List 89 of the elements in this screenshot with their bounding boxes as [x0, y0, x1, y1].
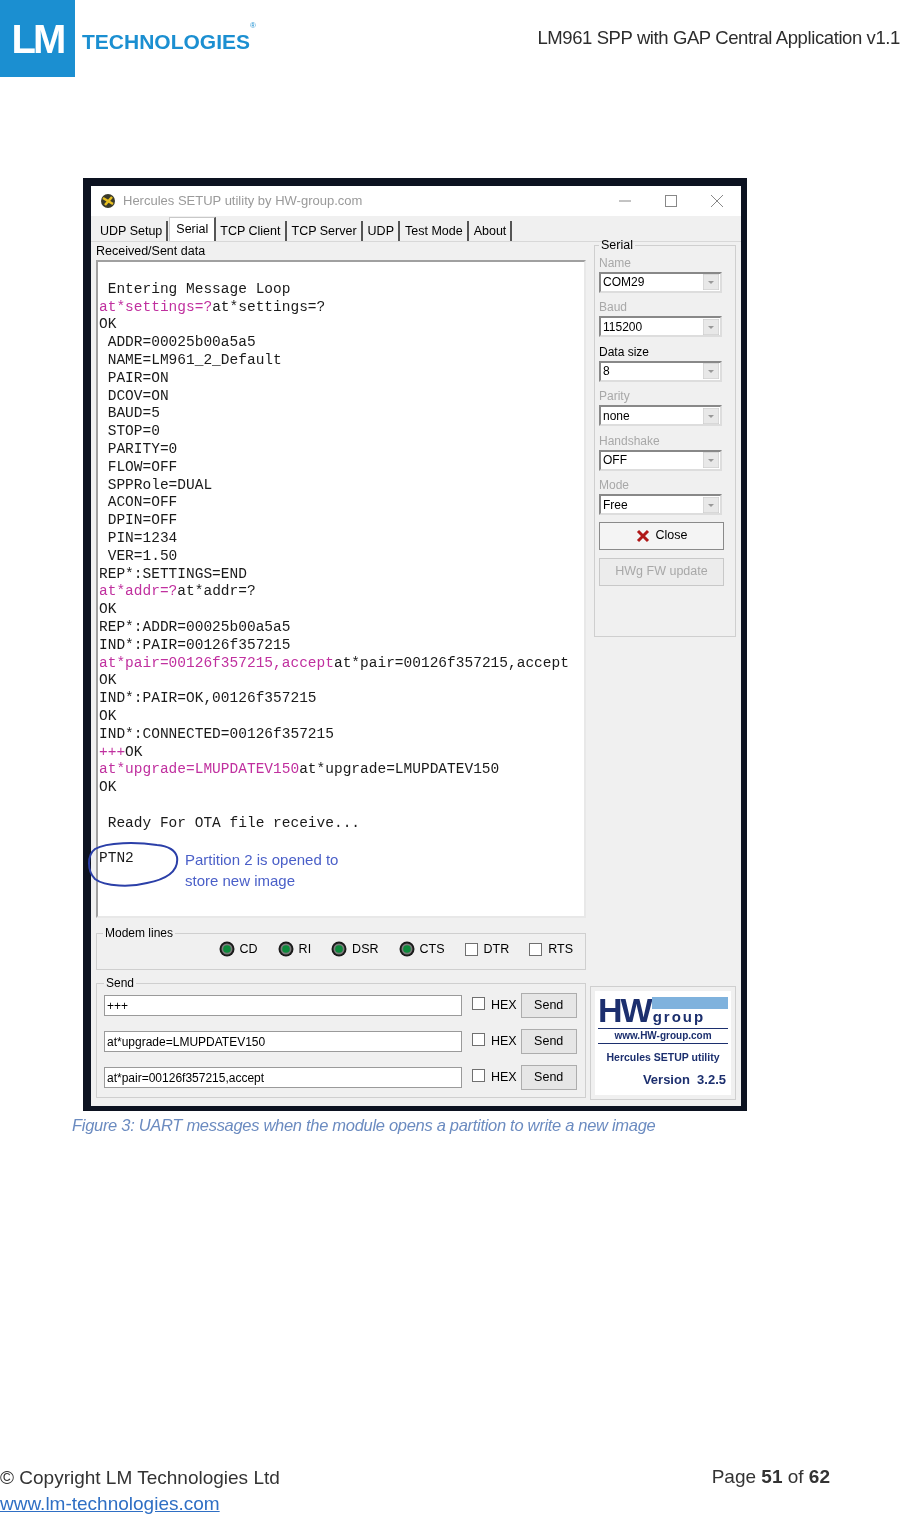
checkbox-label: DTR [483, 941, 510, 958]
terminal-line: at*settings=?at*settings=? [99, 298, 326, 317]
checkbox[interactable] [472, 1068, 485, 1082]
terminal-line: OK [99, 779, 117, 797]
terminal-line: OK [99, 316, 117, 335]
copyright-text: © Copyright LM Technologies Ltd [0, 1466, 280, 1490]
send-button[interactable]: Send [520, 1065, 577, 1090]
field-label: Parity [599, 388, 631, 406]
dropdown-arrow-icon [703, 274, 719, 291]
dropdown-arrow-icon [703, 363, 719, 380]
checkbox-label: RTS [548, 941, 573, 958]
terminal-line: BAUD=5 [106, 405, 160, 424]
led-label: CTS [419, 941, 445, 958]
field-label: Name [599, 254, 632, 272]
section-label: Received/Sent data [96, 243, 207, 260]
website-link[interactable]: www.HW-group.com [598, 1028, 728, 1044]
terminal-line: DCOV=ON [106, 387, 169, 406]
tab[interactable]: Serial [169, 217, 217, 241]
group-title: Send [105, 975, 136, 992]
checkbox[interactable] [464, 942, 478, 956]
terminal-line: PAIR=ON [106, 369, 169, 388]
close-icon[interactable] [711, 195, 723, 207]
led-label: DSR [352, 941, 379, 958]
checkbox[interactable] [472, 1032, 485, 1046]
terminal-line: at*addr=?at*addr=? [99, 583, 256, 602]
window-title: Hercules SETUP utility by HW-group.com [123, 192, 363, 211]
led-label: CD [239, 941, 258, 958]
hercules-icon [99, 192, 117, 210]
send-button[interactable]: Send [520, 993, 577, 1018]
field-label: Handshake [599, 432, 661, 450]
terminal-line: PARITY=0 [106, 440, 178, 459]
hw-logo-group: group [652, 1009, 728, 1025]
terminal-line: Entering Message Loop [106, 280, 291, 299]
registered-mark: ® [250, 20, 256, 32]
terminal-line: FLOW=OFF [106, 458, 178, 477]
terminal-line: IND*:CONNECTED=00126f357215 [99, 725, 334, 744]
field-label: Mode [599, 477, 631, 495]
terminal-line: IND*:PAIR=00126f357215 [99, 636, 291, 655]
checkbox[interactable] [472, 996, 485, 1010]
terminal-line: SPPRole=DUAL [106, 476, 213, 495]
dropdown-field[interactable]: 8 [599, 360, 722, 382]
terminal-line: PTN2 [99, 850, 134, 869]
send-field[interactable]: +++ [104, 995, 462, 1016]
field-label: Data size [599, 343, 651, 361]
group-title: Modem lines [104, 925, 175, 942]
field-label: Baud [599, 299, 629, 317]
group-title: Serial [600, 237, 634, 254]
terminal-line: VER=1.50 [106, 547, 178, 566]
terminal-line: PIN=1234 [106, 529, 178, 548]
terminal-line: NAME=LM961_2_Default [106, 352, 282, 370]
close-icon [635, 528, 650, 543]
close-button[interactable]: Close [599, 521, 724, 550]
maximize-icon[interactable] [665, 195, 677, 207]
terminal-line: REP*:ADDR=00025b00a5a5 [99, 618, 291, 637]
dropdown-arrow-icon [703, 318, 719, 335]
terminal-line: at*pair=00126f357215,acceptat*pair=00126f357215,accept [99, 654, 569, 673]
checkbox-label: HEX [491, 1033, 517, 1051]
figure-caption: Figure 3: UART messages when the module opens a partition to write a new image [72, 1115, 657, 1136]
hw-logo-mark: HW [598, 995, 651, 1025]
page-number: Page 51 of 62 [711, 1464, 830, 1489]
terminal-line: at*upgrade=LMUPDATEV150at*upgrade=LMUPDATEV150 [99, 761, 500, 780]
terminal-line: +++OK [99, 743, 143, 762]
dropdown-arrow-icon [703, 407, 719, 424]
terminal-line: OK [99, 601, 117, 619]
send-button[interactable]: Send [520, 1029, 577, 1054]
terminal-line: ACON=OFF [106, 494, 178, 513]
terminal-line: OK [99, 707, 117, 726]
checkbox-label: HEX [491, 1069, 517, 1087]
terminal-line: DPIN=OFF [106, 512, 178, 530]
checkbox[interactable] [529, 942, 543, 956]
led-label: RI [298, 941, 312, 958]
dropdown-arrow-icon [703, 452, 719, 469]
terminal-line: IND*:PAIR=OK,00126f357215 [99, 690, 317, 708]
terminal-line: OK [99, 672, 117, 691]
logo-text: TECHNOLOGIES [82, 29, 250, 55]
document-title: LM961 SPP with GAP Central Application v1.1 [537, 26, 900, 50]
annotation-text: Partition 2 is opened to store new image [185, 850, 340, 891]
checkbox-label: HEX [491, 997, 517, 1015]
website-link[interactable]: www.lm-technologies.com [0, 1491, 280, 1517]
terminal-line: ADDR=00025b00a5a5 [106, 334, 256, 352]
send-field[interactable]: at*pair=00126f357215,accept [104, 1067, 462, 1088]
product-name: Hercules SETUP utility [606, 1050, 720, 1065]
terminal-line: REP*:SETTINGS=END [99, 565, 247, 584]
logo-mark: LM [0, 0, 75, 77]
version-label: Version 3.2.5 [642, 1070, 726, 1089]
terminal-line: Ready For OTA file receive... [106, 814, 361, 833]
dropdown-arrow-icon [703, 496, 719, 513]
send-field[interactable]: at*upgrade=LMUPDATEV150 [104, 1031, 462, 1052]
terminal-line: STOP=0 [106, 423, 160, 441]
